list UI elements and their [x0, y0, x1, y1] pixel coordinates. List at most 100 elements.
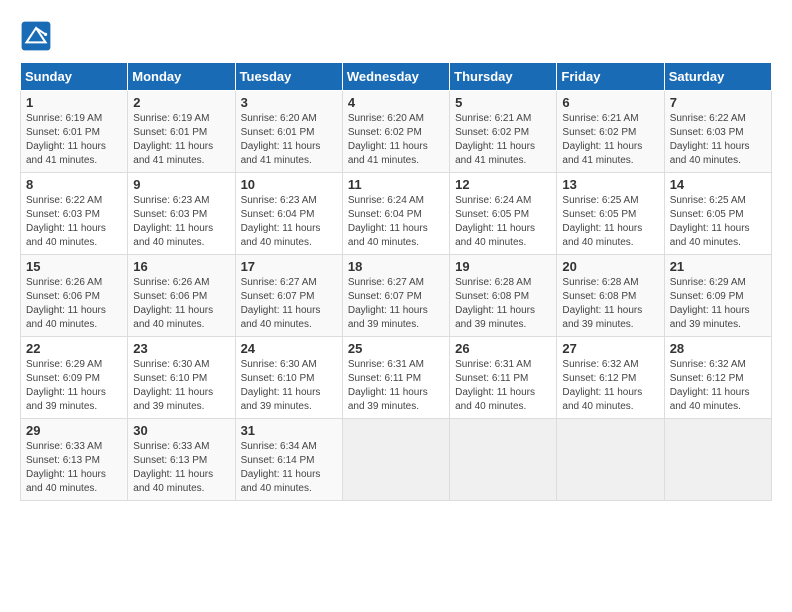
calendar-cell: 16 Sunrise: 6:26 AM Sunset: 6:06 PM Dayl…	[128, 255, 235, 337]
logo	[20, 20, 56, 52]
day-info: Sunrise: 6:20 AM Sunset: 6:01 PM Dayligh…	[241, 112, 337, 168]
day-number: 16	[133, 259, 229, 274]
calendar-cell: 19 Sunrise: 6:28 AM Sunset: 6:08 PM Dayl…	[450, 255, 557, 337]
calendar-cell: 12 Sunrise: 6:24 AM Sunset: 6:05 PM Dayl…	[450, 173, 557, 255]
calendar-cell: 26 Sunrise: 6:31 AM Sunset: 6:11 PM Dayl…	[450, 337, 557, 419]
day-info: Sunrise: 6:32 AM Sunset: 6:12 PM Dayligh…	[562, 358, 658, 414]
day-info: Sunrise: 6:29 AM Sunset: 6:09 PM Dayligh…	[26, 358, 122, 414]
day-info: Sunrise: 6:27 AM Sunset: 6:07 PM Dayligh…	[241, 276, 337, 332]
calendar-cell: 25 Sunrise: 6:31 AM Sunset: 6:11 PM Dayl…	[342, 337, 449, 419]
calendar-week-row: 29 Sunrise: 6:33 AM Sunset: 6:13 PM Dayl…	[21, 419, 772, 501]
day-number: 27	[562, 341, 658, 356]
calendar-cell: 29 Sunrise: 6:33 AM Sunset: 6:13 PM Dayl…	[21, 419, 128, 501]
day-info: Sunrise: 6:27 AM Sunset: 6:07 PM Dayligh…	[348, 276, 444, 332]
day-number: 26	[455, 341, 551, 356]
day-header-monday: Monday	[128, 63, 235, 91]
day-info: Sunrise: 6:34 AM Sunset: 6:14 PM Dayligh…	[241, 440, 337, 496]
calendar-cell: 5 Sunrise: 6:21 AM Sunset: 6:02 PM Dayli…	[450, 91, 557, 173]
day-number: 21	[670, 259, 766, 274]
calendar-cell: 6 Sunrise: 6:21 AM Sunset: 6:02 PM Dayli…	[557, 91, 664, 173]
calendar-week-row: 15 Sunrise: 6:26 AM Sunset: 6:06 PM Dayl…	[21, 255, 772, 337]
calendar-cell: 30 Sunrise: 6:33 AM Sunset: 6:13 PM Dayl…	[128, 419, 235, 501]
day-header-tuesday: Tuesday	[235, 63, 342, 91]
day-info: Sunrise: 6:24 AM Sunset: 6:04 PM Dayligh…	[348, 194, 444, 250]
calendar-cell: 9 Sunrise: 6:23 AM Sunset: 6:03 PM Dayli…	[128, 173, 235, 255]
day-number: 6	[562, 95, 658, 110]
calendar-cell	[664, 419, 771, 501]
calendar-cell: 15 Sunrise: 6:26 AM Sunset: 6:06 PM Dayl…	[21, 255, 128, 337]
day-number: 1	[26, 95, 122, 110]
day-number: 9	[133, 177, 229, 192]
calendar-cell: 8 Sunrise: 6:22 AM Sunset: 6:03 PM Dayli…	[21, 173, 128, 255]
day-number: 20	[562, 259, 658, 274]
day-number: 19	[455, 259, 551, 274]
calendar-cell: 1 Sunrise: 6:19 AM Sunset: 6:01 PM Dayli…	[21, 91, 128, 173]
day-info: Sunrise: 6:25 AM Sunset: 6:05 PM Dayligh…	[562, 194, 658, 250]
calendar-cell	[557, 419, 664, 501]
day-info: Sunrise: 6:19 AM Sunset: 6:01 PM Dayligh…	[133, 112, 229, 168]
day-info: Sunrise: 6:31 AM Sunset: 6:11 PM Dayligh…	[348, 358, 444, 414]
calendar-cell: 24 Sunrise: 6:30 AM Sunset: 6:10 PM Dayl…	[235, 337, 342, 419]
day-info: Sunrise: 6:26 AM Sunset: 6:06 PM Dayligh…	[26, 276, 122, 332]
day-number: 12	[455, 177, 551, 192]
day-info: Sunrise: 6:26 AM Sunset: 6:06 PM Dayligh…	[133, 276, 229, 332]
day-info: Sunrise: 6:33 AM Sunset: 6:13 PM Dayligh…	[133, 440, 229, 496]
calendar-cell: 18 Sunrise: 6:27 AM Sunset: 6:07 PM Dayl…	[342, 255, 449, 337]
day-number: 31	[241, 423, 337, 438]
day-number: 22	[26, 341, 122, 356]
day-number: 18	[348, 259, 444, 274]
day-number: 29	[26, 423, 122, 438]
day-info: Sunrise: 6:22 AM Sunset: 6:03 PM Dayligh…	[26, 194, 122, 250]
calendar-cell: 20 Sunrise: 6:28 AM Sunset: 6:08 PM Dayl…	[557, 255, 664, 337]
day-number: 30	[133, 423, 229, 438]
calendar-week-row: 8 Sunrise: 6:22 AM Sunset: 6:03 PM Dayli…	[21, 173, 772, 255]
day-number: 11	[348, 177, 444, 192]
calendar-cell: 11 Sunrise: 6:24 AM Sunset: 6:04 PM Dayl…	[342, 173, 449, 255]
calendar-header-row: SundayMondayTuesdayWednesdayThursdayFrid…	[21, 63, 772, 91]
calendar-cell	[342, 419, 449, 501]
day-number: 2	[133, 95, 229, 110]
day-number: 4	[348, 95, 444, 110]
page-header	[20, 20, 772, 52]
day-info: Sunrise: 6:30 AM Sunset: 6:10 PM Dayligh…	[133, 358, 229, 414]
calendar-cell: 2 Sunrise: 6:19 AM Sunset: 6:01 PM Dayli…	[128, 91, 235, 173]
day-number: 13	[562, 177, 658, 192]
day-info: Sunrise: 6:23 AM Sunset: 6:03 PM Dayligh…	[133, 194, 229, 250]
calendar-table: SundayMondayTuesdayWednesdayThursdayFrid…	[20, 62, 772, 501]
calendar-cell	[450, 419, 557, 501]
day-header-sunday: Sunday	[21, 63, 128, 91]
day-header-wednesday: Wednesday	[342, 63, 449, 91]
day-header-thursday: Thursday	[450, 63, 557, 91]
day-number: 10	[241, 177, 337, 192]
day-info: Sunrise: 6:30 AM Sunset: 6:10 PM Dayligh…	[241, 358, 337, 414]
day-number: 28	[670, 341, 766, 356]
calendar-week-row: 22 Sunrise: 6:29 AM Sunset: 6:09 PM Dayl…	[21, 337, 772, 419]
day-info: Sunrise: 6:21 AM Sunset: 6:02 PM Dayligh…	[562, 112, 658, 168]
day-number: 23	[133, 341, 229, 356]
day-info: Sunrise: 6:32 AM Sunset: 6:12 PM Dayligh…	[670, 358, 766, 414]
day-header-saturday: Saturday	[664, 63, 771, 91]
calendar-cell: 17 Sunrise: 6:27 AM Sunset: 6:07 PM Dayl…	[235, 255, 342, 337]
day-info: Sunrise: 6:24 AM Sunset: 6:05 PM Dayligh…	[455, 194, 551, 250]
day-info: Sunrise: 6:28 AM Sunset: 6:08 PM Dayligh…	[562, 276, 658, 332]
day-info: Sunrise: 6:21 AM Sunset: 6:02 PM Dayligh…	[455, 112, 551, 168]
day-number: 15	[26, 259, 122, 274]
calendar-cell: 14 Sunrise: 6:25 AM Sunset: 6:05 PM Dayl…	[664, 173, 771, 255]
day-header-friday: Friday	[557, 63, 664, 91]
calendar-cell: 31 Sunrise: 6:34 AM Sunset: 6:14 PM Dayl…	[235, 419, 342, 501]
calendar-week-row: 1 Sunrise: 6:19 AM Sunset: 6:01 PM Dayli…	[21, 91, 772, 173]
calendar-cell: 21 Sunrise: 6:29 AM Sunset: 6:09 PM Dayl…	[664, 255, 771, 337]
day-number: 17	[241, 259, 337, 274]
day-info: Sunrise: 6:22 AM Sunset: 6:03 PM Dayligh…	[670, 112, 766, 168]
day-info: Sunrise: 6:20 AM Sunset: 6:02 PM Dayligh…	[348, 112, 444, 168]
calendar-cell: 27 Sunrise: 6:32 AM Sunset: 6:12 PM Dayl…	[557, 337, 664, 419]
calendar-cell: 28 Sunrise: 6:32 AM Sunset: 6:12 PM Dayl…	[664, 337, 771, 419]
day-number: 7	[670, 95, 766, 110]
calendar-cell: 3 Sunrise: 6:20 AM Sunset: 6:01 PM Dayli…	[235, 91, 342, 173]
day-number: 5	[455, 95, 551, 110]
logo-icon	[20, 20, 52, 52]
day-number: 3	[241, 95, 337, 110]
calendar-cell: 7 Sunrise: 6:22 AM Sunset: 6:03 PM Dayli…	[664, 91, 771, 173]
day-info: Sunrise: 6:25 AM Sunset: 6:05 PM Dayligh…	[670, 194, 766, 250]
day-info: Sunrise: 6:31 AM Sunset: 6:11 PM Dayligh…	[455, 358, 551, 414]
